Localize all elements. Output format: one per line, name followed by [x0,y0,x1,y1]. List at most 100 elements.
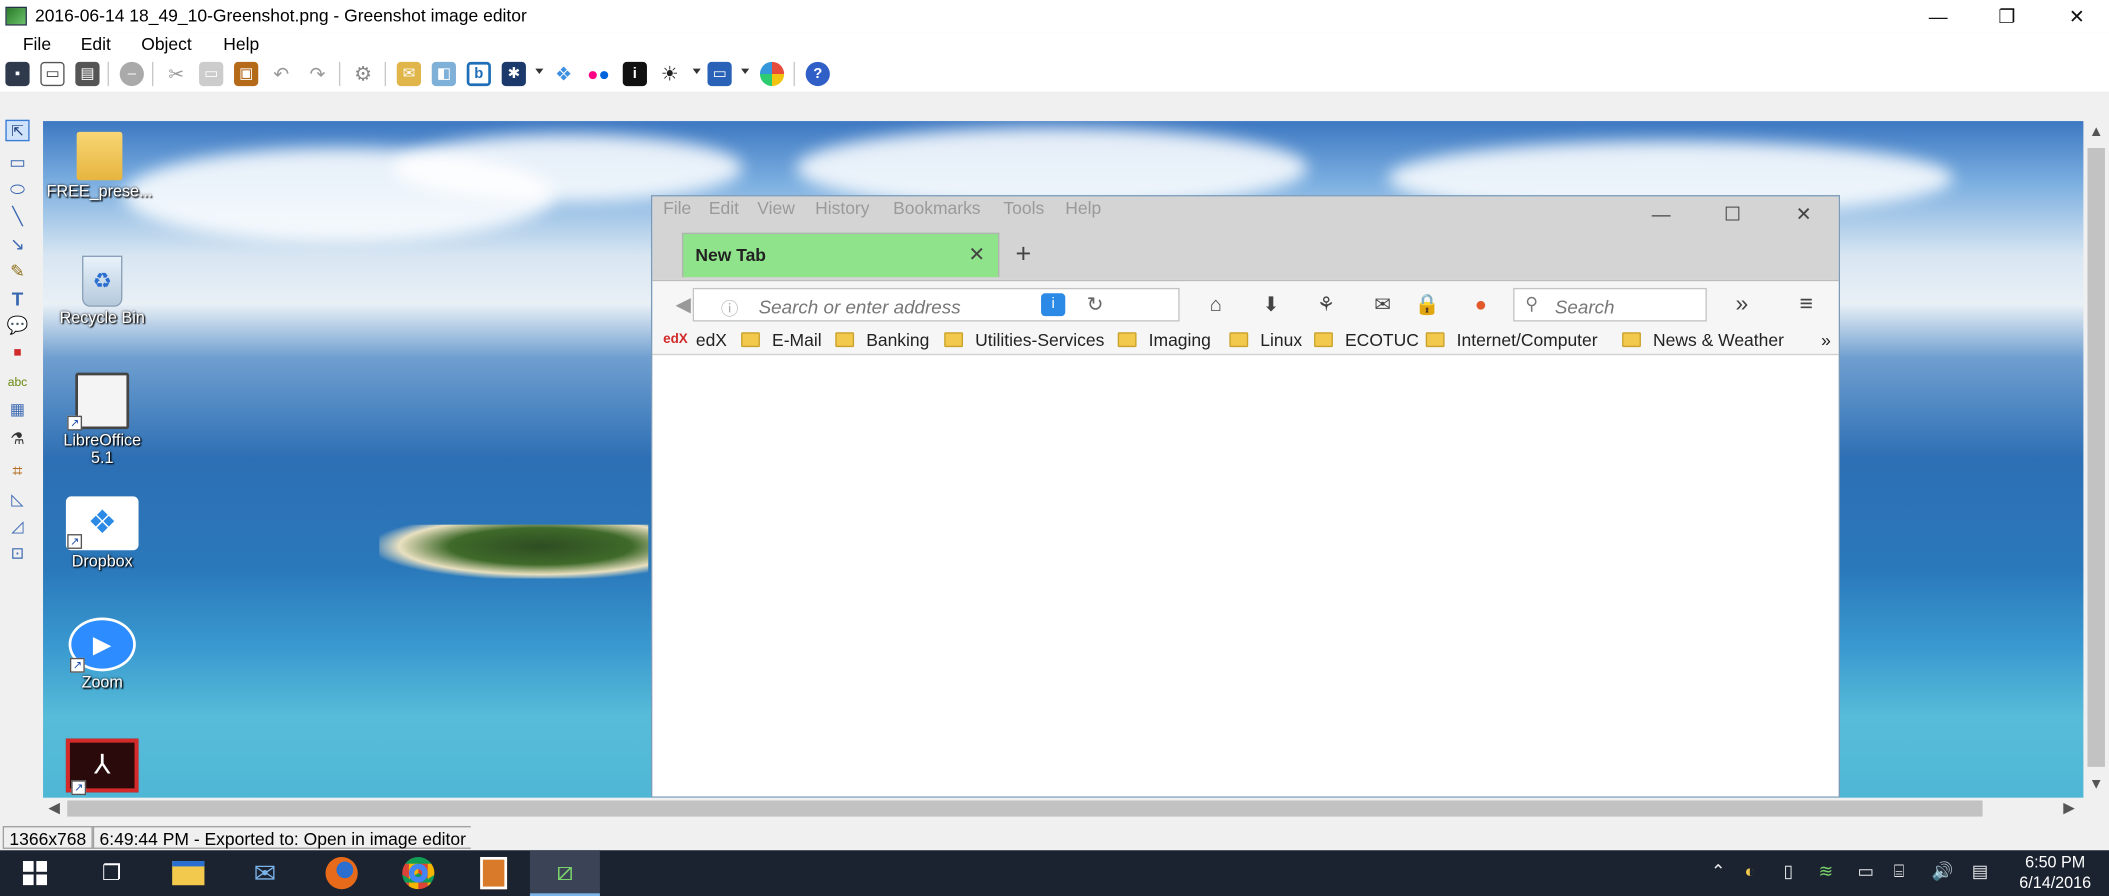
bookmarks-overflow-icon[interactable]: » [1821,330,1831,350]
menu-object[interactable]: Object [141,34,192,54]
office-icon[interactable]: ◧ [431,61,456,87]
info-icon[interactable]: i [622,61,647,87]
tray-overflow-icon[interactable]: ⌃ [1711,861,1726,883]
bookmark-internet[interactable]: Internet/Computer [1425,330,1598,350]
obfuscate-tool-icon[interactable]: ▦ [5,398,29,420]
effects-icon[interactable]: ☀ [658,62,682,86]
tray-network-icon[interactable]: ⌸ [1894,861,1905,883]
paste-icon[interactable]: ▣ [234,61,259,87]
email-icon[interactable]: ✉ [1368,289,1398,319]
bookmark-linux[interactable]: Linux [1229,330,1302,350]
freehand-tool-icon[interactable]: ✎ [5,261,29,283]
taskbar-clock[interactable]: 6:50 PM 6/14/2016 [2004,853,2106,893]
hamburger-menu-icon[interactable]: ≡ [1792,289,1822,319]
desktop-icon-recycle-bin[interactable]: ♻ Recycle Bin [46,255,159,327]
effects-tool-icon[interactable]: ⚗ [5,428,29,450]
chrome-icon[interactable] [383,850,453,896]
email-icon[interactable]: ✉ [396,61,421,87]
lock-icon[interactable]: 🔒 [1412,289,1442,319]
select-tool-icon[interactable]: ⇱ [5,119,30,142]
bookmark-imaging[interactable]: Imaging [1117,330,1211,350]
restore-button[interactable]: ❐ [1976,0,2038,32]
rectangle-tool-icon[interactable]: ▭ [5,152,29,174]
cut-icon[interactable]: ✂ [164,62,188,86]
horizontal-scrollbar[interactable]: ◀ ▶ [43,797,2084,820]
ff-menu-tools[interactable]: Tools [1003,198,1044,218]
desktop-icon-acrobat[interactable]: ⅄ ↗ [46,738,159,796]
ff-menu-edit[interactable]: Edit [709,198,739,218]
ff-menu-history[interactable]: History [815,198,869,218]
picasa-icon[interactable] [759,61,785,87]
line-tool-icon[interactable]: ╲ [5,206,29,228]
capture-icon[interactable]: ▭ [707,61,732,87]
info-icon[interactable]: ⓘ [721,295,739,321]
bookmark-banking[interactable]: Banking [835,330,929,350]
desktop-icon-libreoffice[interactable]: ↗ LibreOffice 5.1 [46,372,159,467]
addon-icon[interactable]: ⚘ [1311,289,1341,319]
reader-view-icon[interactable]: i [1041,293,1066,317]
counter-tool-icon[interactable]: ■ [5,342,29,364]
clipboard-copy-icon[interactable]: ▭ [40,61,65,87]
url-bar[interactable]: ⓘ Search or enter address i ↻ [692,287,1180,322]
tab-close-icon[interactable]: ✕ [968,242,985,267]
thunderbird-icon[interactable]: ✉ [230,850,300,896]
desktop-icon-dropbox[interactable]: ❖ ↗ Dropbox [46,496,159,570]
overflow-chevron-icon[interactable]: » [1727,289,1757,319]
delete-icon[interactable]: – [119,61,144,87]
ellipse-tool-icon[interactable]: ⬭ [5,179,29,201]
speechbubble-tool-icon[interactable]: 💬 [5,315,29,337]
rotate-ccw-icon[interactable]: ◿ [5,515,29,537]
highlight-tool-icon[interactable]: abc [5,371,29,393]
save-icon[interactable]: ▪ [5,61,30,87]
ff-minimize-button[interactable]: — [1634,200,1688,227]
text-tool-icon[interactable]: T [5,288,29,310]
ff-menu-help[interactable]: Help [1065,198,1101,218]
greenshot-icon[interactable]: ⧄ [529,850,600,896]
resize-icon[interactable]: ⊡ [5,542,29,564]
dropdown-arrow-icon[interactable] [535,68,544,74]
dropdown-arrow-icon[interactable] [741,68,750,74]
imgur-icon[interactable]: b [466,61,491,87]
bookmark-news[interactable]: News & Weather [1622,330,1784,350]
settings-icon[interactable]: ⚙ [351,62,375,86]
new-tab-button[interactable]: + [1015,239,1031,270]
bookmark-edx[interactable]: edX edX [663,330,727,350]
menu-help[interactable]: Help [223,34,259,54]
search-field[interactable]: ⚲ Search [1513,287,1707,322]
image-canvas[interactable]: FREE_prese... ♻ Recycle Bin ↗ LibreOffic… [43,121,2084,798]
tray-volume-icon[interactable]: 🔊 [1931,861,1953,883]
ff-menu-file[interactable]: File [663,198,691,218]
desktop-icon-zoom[interactable]: ▶ ↗ Zoom [46,617,159,692]
firefox-icon[interactable] [307,850,377,896]
vertical-scrollbar[interactable]: ▲ ▼ [2083,121,2109,798]
reload-icon[interactable]: ↻ [1087,292,1104,316]
box-icon[interactable]: ✱ [501,61,526,87]
windows-start-icon[interactable] [0,850,70,896]
home-icon[interactable]: ⌂ [1201,289,1231,319]
scroll-left-icon[interactable]: ◀ [48,799,59,816]
crop-tool-icon[interactable]: ⌗ [5,460,29,482]
undo-icon[interactable]: ↶ [269,62,293,86]
bookmark-ecotuc[interactable]: ECOTUC [1314,330,1419,350]
file-explorer-icon[interactable] [153,850,223,896]
arrow-tool-icon[interactable]: ↘ [5,234,29,256]
tray-app-icon[interactable]: ◐ [1744,861,1755,881]
scroll-up-icon[interactable]: ▲ [2089,124,2104,140]
bookmark-email[interactable]: E-Mail [741,330,822,350]
menu-file[interactable]: File [23,34,51,54]
print-icon[interactable]: ▤ [75,61,100,87]
desktop-icon-folder[interactable]: FREE_prese... [43,131,156,201]
ff-menu-bookmarks[interactable]: Bookmarks [893,198,980,218]
task-view-icon[interactable]: ❐ [77,850,147,896]
scroll-right-icon[interactable]: ▶ [2063,799,2074,816]
libreoffice-impress-icon[interactable] [459,850,529,896]
tray-action-center-icon[interactable]: ▤ [1972,861,1989,883]
tray-usb-icon[interactable]: ▯ [1784,861,1794,883]
minimize-button[interactable]: — [1907,0,1969,32]
dropdown-arrow-icon[interactable] [692,68,701,74]
menu-edit[interactable]: Edit [81,34,111,54]
ff-menu-view[interactable]: View [757,198,795,218]
flickr-icon[interactable]: ● ● [586,62,610,86]
rotate-cw-icon[interactable]: ◺ [5,488,29,510]
bookmark-utilities[interactable]: Utilities-Services [944,330,1104,350]
